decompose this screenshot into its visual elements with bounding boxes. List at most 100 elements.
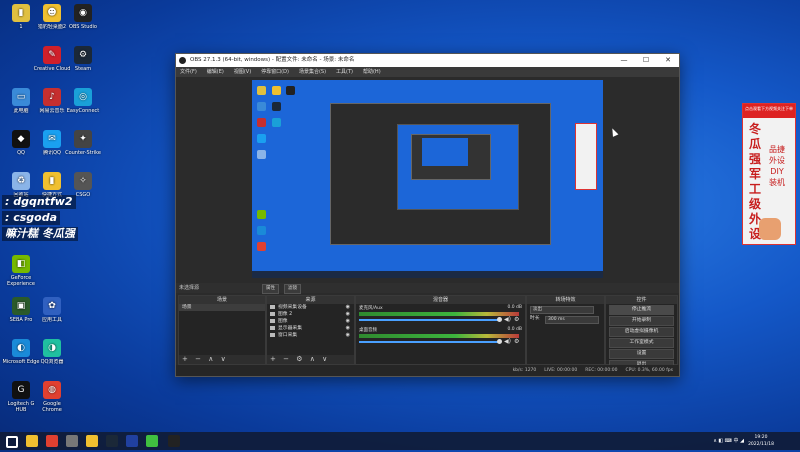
camera-icon [270,304,275,309]
app-icon: ✦ [74,130,92,148]
move-down-button[interactable]: ∨ [221,355,226,363]
add-source-button[interactable]: + [270,355,276,363]
source-toolbar: 未选择源 属性 滤镜 [176,283,679,294]
menu-scene-collection[interactable]: 场景集合(S) [299,67,326,77]
obs-logo-icon [179,57,186,64]
source-down-button[interactable]: ∨ [322,355,327,363]
desktop-icon[interactable]: ◉ OBS Studio [64,4,102,36]
filters-button[interactable]: 滤镜 [284,284,301,294]
sk-icon[interactable] [126,435,138,447]
source-settings-button[interactable]: ⚙ [296,355,302,363]
eye-icon[interactable]: ◉ [346,332,350,339]
obs-titlebar[interactable]: OBS 27.1.3 (64-bit, windows) - 配置文件: 未命名… [176,54,679,67]
rec-status: REC: 00:00:00 [585,368,618,373]
close-button[interactable]: ✕ [657,54,679,67]
eye-icon[interactable]: ◉ [346,325,350,332]
menu-docks[interactable]: 停靠窗口(D) [261,67,289,77]
preview-banner [575,123,597,190]
desktop-icon[interactable]: ◧ GeForce Experience [2,255,40,287]
obs-window[interactable]: OBS 27.1.3 (64-bit, windows) - 配置文件: 未命名… [175,53,680,377]
desktop-icon[interactable]: ◍ Google Chrome [33,381,71,413]
gear-icon[interactable]: ⚙ [514,338,519,345]
preview-icon [257,118,266,127]
preview-icon [257,86,266,95]
virtual-camera-button[interactable]: 启动虚拟摄像机 [609,327,674,337]
maximize-button[interactable]: ☐ [635,54,657,67]
start-icon[interactable] [6,436,18,448]
source-label: 窗口采集 [278,333,298,338]
taskbar: ∧ ◧ ⌨ 中 ◢ 19:20 2022/11/18 [0,432,800,450]
preview-canvas[interactable] [252,80,603,278]
preview-icon [257,210,266,219]
overlay-text-1: : dgqntfw2 [2,195,76,209]
sources-footer: + − ⚙ ∧ ∨ [267,355,354,364]
stop-streaming-button[interactable]: 停止推流 [609,305,674,315]
source-up-button[interactable]: ∧ [310,355,315,363]
desktop-icon-label: 应用工具 [41,317,62,323]
miniapp-icon[interactable] [86,435,98,447]
nested-preview-2 [411,134,491,180]
menu-edit[interactable]: 编辑(E) [207,67,224,77]
source-item[interactable]: 图像 ◉ [267,318,354,325]
desktop-icon[interactable]: ◑ QQ浏览器 [33,339,71,371]
transition-select[interactable]: 淡出 [530,306,594,314]
csgo-icon[interactable] [66,435,78,447]
system-tray[interactable]: ∧ ◧ ⌨ 中 ◢ [713,437,744,444]
obs-icon[interactable] [168,435,180,447]
volume-slider[interactable] [359,317,502,322]
duration-input[interactable]: 300 ms [545,316,599,324]
start-recording-button[interactable]: 开始录制 [609,316,674,326]
eye-icon[interactable]: ◉ [346,311,350,318]
studio-mode-button[interactable]: 工作室模式 [609,338,674,348]
channel-db: 0.0 dB [507,305,522,310]
desktop-icon[interactable]: ◎ EasyConnect [64,88,102,120]
settings-button[interactable]: 设置 [609,349,674,359]
app-icon: ◑ [43,339,61,357]
volume-slider[interactable] [359,339,502,344]
eye-icon[interactable]: ◉ [346,318,350,325]
menu-tools[interactable]: 工具(T) [336,67,353,77]
mixer-header: 混音器 [356,296,525,304]
minimize-button[interactable]: — [613,54,635,67]
properties-button[interactable]: 属性 [262,284,279,294]
preview-icon [257,242,266,251]
menu-help[interactable]: 帮助(H) [363,67,381,77]
circle-icon[interactable] [146,435,158,447]
add-scene-button[interactable]: + [182,355,188,363]
duration-label: 时长 [530,316,540,321]
file-explorer-icon[interactable] [26,435,38,447]
source-item[interactable]: 显示器采集 ◉ [267,325,354,332]
menu-view[interactable]: 视图(V) [234,67,251,77]
app-icon: ◆ [12,130,30,148]
source-label: 视频采集设备 [278,305,307,310]
channel-name: 麦克风/Aux [359,306,383,311]
desktop-icon[interactable]: ✿ 应用工具 [33,297,71,329]
chrome-icon[interactable] [46,435,58,447]
source-item[interactable]: 视频采集设备 ◉ [267,304,354,311]
speaker-icon[interactable]: ◀) [504,316,511,323]
remove-scene-button[interactable]: − [195,355,201,363]
app-icon: ◧ [12,255,30,273]
preview-icon [257,134,266,143]
source-item[interactable]: 图像 2 ◉ [267,311,354,318]
gear-icon[interactable]: ⚙ [514,316,519,323]
desktop-icon[interactable]: ⚙ Steam [64,46,102,78]
eye-icon[interactable]: ◉ [346,304,350,311]
scene-item[interactable]: 场景 [179,304,265,311]
speaker-icon[interactable]: ◀) [504,338,511,345]
menu-file[interactable]: 文件(F) [180,67,197,77]
app-icon: ✎ [43,46,61,64]
app-icon: ☻ [43,4,61,22]
desktop-icon-label: Steam [74,66,92,72]
image-icon [270,311,275,316]
remove-source-button[interactable]: − [283,355,289,363]
desktop-icon[interactable]: ✦ Counter-Strike [64,130,102,162]
mixer-dock: 混音器 麦克风/Aux 0.0 dB ◀) ⚙ 桌面音频 0.0 dB ◀) ⚙ [355,295,526,365]
transitions-dock: 转场特效 淡出 时长 300 ms [526,295,605,365]
steam-icon[interactable] [106,435,118,447]
move-up-button[interactable]: ∧ [208,355,213,363]
clock[interactable]: 19:20 2022/11/18 [748,432,774,452]
source-item[interactable]: 窗口采集 ◉ [267,332,354,339]
cpu-status: CPU: 0.3%, 60.00 fps [625,368,674,373]
preview-icon [286,86,295,95]
